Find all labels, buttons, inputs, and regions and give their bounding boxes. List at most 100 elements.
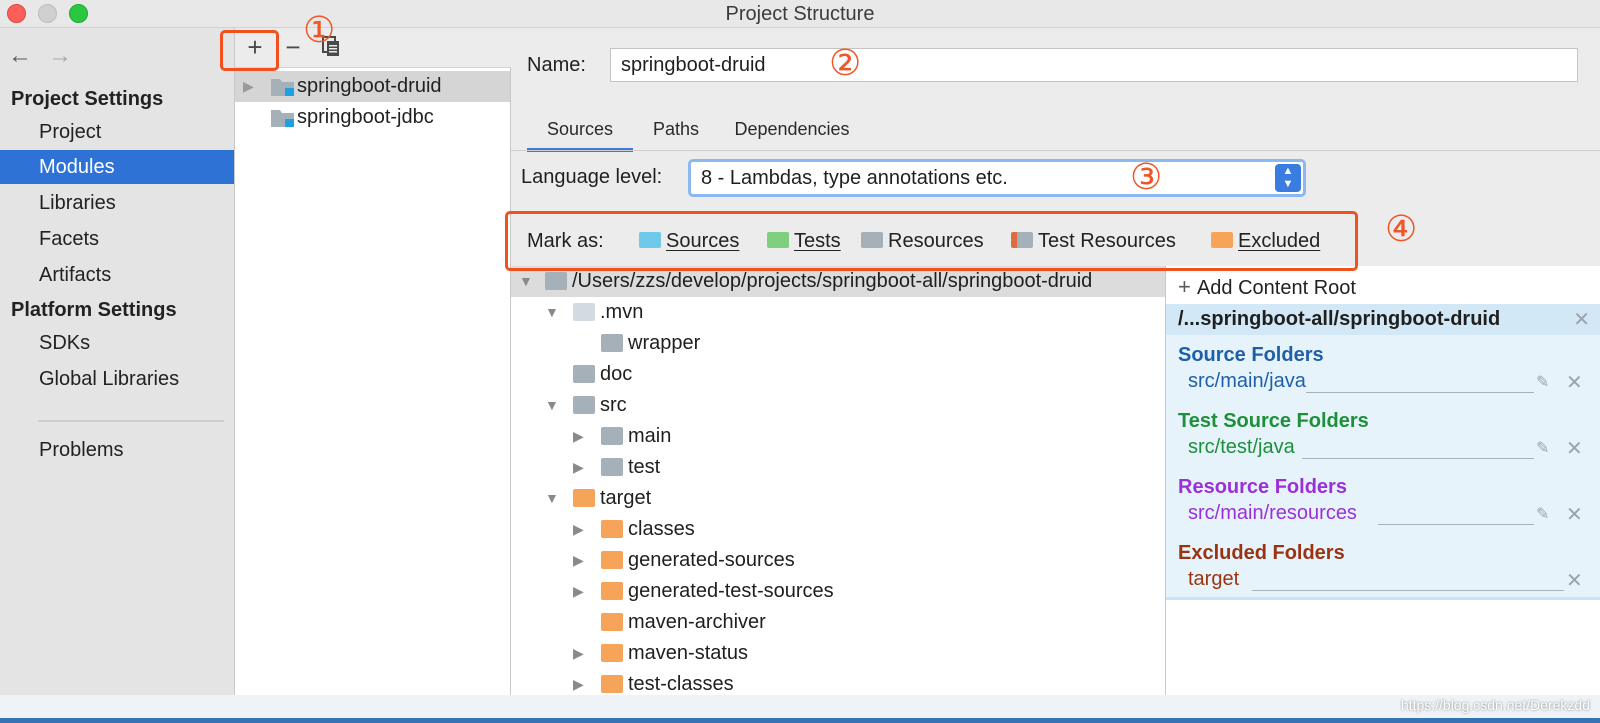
- edit-pencil-icon[interactable]: ✎: [1536, 372, 1549, 392]
- mark-as-highlight: [505, 211, 1358, 271]
- remove-content-root-close-icon[interactable]: ✕: [1573, 307, 1590, 332]
- sidebar-item-artifacts[interactable]: Artifacts: [0, 258, 234, 292]
- path-underline: [1306, 392, 1534, 393]
- title-bar: Project Structure: [0, 0, 1600, 28]
- resource-folder-path: src/main/resources: [1188, 502, 1357, 524]
- source-folder-path: src/main/java: [1188, 370, 1306, 392]
- module-list-panel: + − ▶ springboot-druid springboot-jdbc: [235, 28, 511, 695]
- resource-folders-heading: Resource Folders: [1178, 476, 1347, 498]
- module-folder-icon: [271, 110, 294, 127]
- module-item-springboot-jdbc[interactable]: springboot-jdbc: [235, 102, 510, 133]
- collapse-arrow-icon[interactable]: ▼: [545, 390, 559, 421]
- module-folder-icon: [271, 79, 294, 96]
- select-arrows-icon: ▲ ▼: [1275, 164, 1301, 192]
- tree-row-doc[interactable]: doc: [511, 359, 1165, 390]
- tab-paths[interactable]: Paths: [633, 114, 719, 152]
- excluded-folder-icon: [573, 489, 595, 507]
- excluded-folder-icon: [601, 520, 623, 538]
- annotation-2: ②: [829, 43, 862, 84]
- source-folders-heading: Source Folders: [1178, 344, 1324, 366]
- language-level-label: Language level:: [521, 166, 663, 188]
- tree-row-wrapper[interactable]: wrapper: [511, 328, 1165, 359]
- tree-row-src[interactable]: ▼ src: [511, 390, 1165, 421]
- excluded-folder-icon: [601, 613, 623, 631]
- expand-arrow-icon[interactable]: ▶: [573, 452, 584, 483]
- plus-icon: +: [1178, 274, 1197, 299]
- folder-icon: [601, 458, 623, 476]
- tab-sources[interactable]: Sources: [527, 114, 633, 152]
- tree-row-main[interactable]: ▶ main: [511, 421, 1165, 452]
- tree-row-maven-archiver[interactable]: maven-archiver: [511, 607, 1165, 638]
- test-source-folder-path: src/test/java: [1188, 436, 1295, 458]
- remove-source-folder-close-icon[interactable]: ✕: [1566, 370, 1583, 395]
- expand-arrow-icon[interactable]: ▶: [573, 576, 584, 607]
- back-arrow-icon[interactable]: ←: [8, 42, 32, 70]
- module-label: springboot-jdbc: [297, 106, 434, 128]
- sidebar-item-global-libraries[interactable]: Global Libraries: [0, 362, 234, 396]
- excluded-folders-heading: Excluded Folders: [1178, 542, 1345, 564]
- platform-settings-heading: Platform Settings: [11, 299, 177, 321]
- content-root-tree: ▼ /Users/zzs/develop/projects/springboot…: [511, 266, 1166, 695]
- settings-sidebar: ← → Project Settings Project Modules Lib…: [0, 28, 235, 695]
- tree-row-generated-sources[interactable]: ▶ generated-sources: [511, 545, 1165, 576]
- remove-resource-folder-close-icon[interactable]: ✕: [1566, 502, 1583, 527]
- sidebar-item-facets[interactable]: Facets: [0, 222, 234, 256]
- folder-icon: [545, 272, 567, 290]
- project-settings-heading: Project Settings: [11, 88, 164, 110]
- sidebar-item-problems[interactable]: Problems: [0, 433, 234, 467]
- tree-row-generated-test-sources[interactable]: ▶ generated-test-sources: [511, 576, 1165, 607]
- folder-icon: [601, 334, 623, 352]
- language-level-select[interactable]: 8 - Lambdas, type annotations etc. ▲ ▼: [688, 159, 1306, 197]
- folder-icon: [573, 303, 595, 321]
- remove-test-folder-close-icon[interactable]: ✕: [1566, 436, 1583, 461]
- content-root-panel: + Add Content Root /...springboot-all/sp…: [1166, 266, 1600, 695]
- edit-pencil-icon[interactable]: ✎: [1536, 438, 1549, 458]
- excluded-folder-path: target: [1188, 568, 1240, 590]
- tree-row-target[interactable]: ▼ target: [511, 483, 1165, 514]
- sidebar-divider: [38, 420, 224, 422]
- excluded-folder-icon: [601, 582, 623, 600]
- annotation-4: ④: [1385, 209, 1418, 250]
- language-level-value: 8 - Lambdas, type annotations etc.: [701, 167, 1008, 189]
- tab-dependencies[interactable]: Dependencies: [719, 114, 865, 152]
- sidebar-item-modules[interactable]: Modules: [0, 150, 234, 184]
- collapse-arrow-icon[interactable]: ▼: [545, 483, 559, 514]
- expand-arrow-icon[interactable]: ▶: [573, 638, 584, 669]
- excluded-folder-icon: [601, 551, 623, 569]
- test-source-folders-heading: Test Source Folders: [1178, 410, 1369, 432]
- expand-arrow-icon[interactable]: ▶: [573, 545, 584, 576]
- module-item-springboot-druid[interactable]: ▶ springboot-druid: [235, 71, 510, 102]
- annotation-3: ③: [1130, 157, 1163, 198]
- content-root-box: /...springboot-all/springboot-druid ✕ So…: [1166, 304, 1600, 600]
- window-title: Project Structure: [725, 3, 875, 25]
- name-label: Name:: [527, 54, 586, 76]
- collapse-arrow-icon[interactable]: ▼: [545, 297, 559, 328]
- tree-row-classes[interactable]: ▶ classes: [511, 514, 1165, 545]
- forward-arrow-icon[interactable]: →: [48, 42, 72, 70]
- tree-row-maven-status[interactable]: ▶ maven-status: [511, 638, 1165, 669]
- sidebar-item-project[interactable]: Project: [0, 115, 234, 149]
- add-content-root-button[interactable]: + Add Content Root: [1178, 274, 1356, 300]
- excluded-folder-icon: [601, 644, 623, 662]
- expand-arrow-icon[interactable]: ▶: [573, 514, 584, 545]
- module-name-input[interactable]: springboot-druid: [610, 48, 1578, 82]
- tree-row-test-classes[interactable]: ▶ test-classes: [511, 669, 1165, 695]
- sidebar-item-sdks[interactable]: SDKs: [0, 326, 234, 360]
- tree-row-test[interactable]: ▶ test: [511, 452, 1165, 483]
- folder-icon: [573, 365, 595, 383]
- path-underline: [1252, 590, 1564, 591]
- add-button-highlight: [220, 30, 279, 71]
- remove-excluded-folder-close-icon[interactable]: ✕: [1566, 568, 1583, 593]
- annotation-1: ①: [303, 10, 336, 51]
- expand-arrow-icon[interactable]: ▶: [573, 669, 584, 695]
- expand-arrow-icon[interactable]: ▶: [243, 71, 254, 102]
- tree-row-mvn[interactable]: ▼ .mvn: [511, 297, 1165, 328]
- module-details-panel: Name: springboot-druid Sources Paths Dep…: [511, 28, 1600, 695]
- tab-divider: [511, 150, 1600, 151]
- module-label: springboot-druid: [297, 75, 442, 97]
- path-underline: [1302, 458, 1534, 459]
- expand-arrow-icon[interactable]: ▶: [573, 421, 584, 452]
- sidebar-item-libraries[interactable]: Libraries: [0, 186, 234, 220]
- path-underline: [1378, 524, 1534, 525]
- edit-pencil-icon[interactable]: ✎: [1536, 504, 1549, 524]
